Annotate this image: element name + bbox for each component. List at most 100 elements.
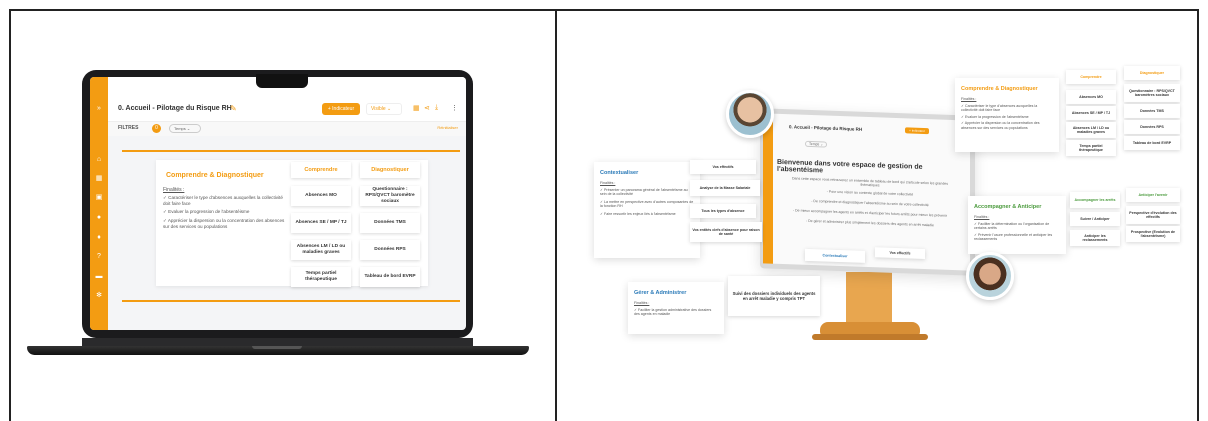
finalite-item: ✓ La mettre en perspective avec d'autres… [600, 199, 694, 209]
dashboard-tile[interactable]: Absences SE / MP / TJ [291, 213, 351, 233]
finalite-item: ✓ Caractériser le type d'absences auxque… [163, 195, 283, 206]
finalite-item: ✓ Caractériser le type d'absences auxque… [961, 103, 1038, 113]
dashboard-icon[interactable]: ▦ [95, 175, 103, 183]
finalites-label: Finalités : [600, 181, 616, 185]
dashboard-tile[interactable]: Suivre / Anticiper [1070, 212, 1120, 226]
more-icon[interactable]: ⋮ [451, 104, 458, 112]
avatar-woman [966, 252, 1014, 300]
dashboard-tile[interactable]: Tableau de bord EVRP [360, 267, 420, 287]
calendar-icon[interactable]: ▣ [95, 194, 103, 202]
dashboard-tile[interactable]: Questionnaire : RPS/QVCT baromètre socia… [360, 186, 420, 206]
chevron-right-icon[interactable]: » [95, 105, 103, 113]
users-icon[interactable]: ● [95, 214, 103, 222]
dashboard-tile[interactable]: Données TMS [360, 213, 420, 233]
monitor-tab-effectifs[interactable]: Vos effectifs [875, 247, 925, 260]
column-header-comprendre: Comprendre [291, 162, 351, 178]
accompagner-heading: Accompagner & Anticiper [974, 204, 1042, 210]
dashboard-tile[interactable]: Données RPS [1124, 120, 1180, 134]
finalites-label: Finalités : [974, 215, 990, 219]
monitor-page-title: 0. Accueil - Pilotage du Risque RH [789, 124, 863, 132]
help-icon[interactable]: ? [95, 253, 103, 261]
contextualiser-tile[interactable]: Vos entités clefs d'absence pour raison … [690, 222, 762, 242]
page-title: 0. Accueil - Pilotage du Risque RH [118, 105, 232, 112]
column-header-anticiper: Anticiper l'avenir [1126, 188, 1180, 202]
chat-icon[interactable]: ▬ [95, 273, 103, 281]
dashboard-tile[interactable]: Données RPS [360, 240, 420, 260]
home-icon[interactable]: ⌂ [95, 156, 103, 164]
dashboard-tile[interactable]: Absences LM / LD ou maladies graves [291, 240, 351, 260]
dashboard-tile[interactable]: Temps partiel thérapeutique [291, 267, 351, 287]
card-heading: Comprendre & Diagnostiquer [166, 172, 264, 179]
welcome-line: Dans cette espace vous retrouverez un en… [792, 176, 948, 188]
laptop-hinge [82, 338, 473, 346]
gerer-tile[interactable]: Suivi des dossiers individuels des agent… [728, 276, 820, 316]
avatar-man [726, 90, 774, 138]
finalite-item: ✓ Evaluer la progression de l'absentéism… [961, 114, 1029, 119]
finalite-item: ✓ Faciliter la détermination ou l'organi… [974, 221, 1050, 231]
column-header-diagnostiquer: Diagnostiquer [1124, 66, 1180, 80]
grid-icon[interactable]: ▦ [413, 104, 420, 112]
monitor-tab-contextualiser[interactable]: Contextualiser [805, 248, 865, 263]
gerer-heading: Gérer & Administrer [634, 290, 687, 296]
column-header-diagnostiquer: Diagnostiquer [360, 162, 420, 178]
gerer-panel: Gérer & Administrer Finalités : ✓ Facili… [628, 282, 724, 334]
finalite-item: ✓ Apprécier la dispersion ou la concentr… [961, 121, 1040, 130]
download-icon[interactable]: ⤓ [435, 104, 438, 112]
filter-chip-temps[interactable]: Temps ⌄ [169, 124, 201, 133]
contextualiser-heading: Contextualiser [600, 170, 639, 176]
bottom-divider [122, 300, 460, 302]
contextualiser-tile[interactable]: Tous les types d'absence [690, 204, 756, 218]
settings-icon[interactable]: ✻ [95, 292, 103, 300]
welcome-line: - Pour une vision au contexte global de … [826, 189, 914, 197]
welcome-line: - De comprendre et diagnostiquer l'absen… [811, 199, 929, 208]
finalite-item: ✓ Apprécier la dispersion ou la concentr… [163, 218, 285, 229]
dashboard-tile[interactable]: Absences MO [291, 186, 351, 206]
panel-divider [555, 9, 557, 421]
contextualiser-tile[interactable]: Analyse de la Masse Salariale [690, 180, 760, 196]
finalites-label: Finalités : [634, 301, 650, 305]
dashboard-tile[interactable]: Absences MO [1066, 90, 1116, 104]
column-header-accompagner: Accompagner les arrêts [1070, 192, 1120, 208]
laptop-screen: » ⌂ ▦ ▣ ● ♦ ? ▬ ✻ 0. Accueil - Pilotage … [90, 77, 466, 330]
finalites-label: Finalités : [163, 187, 185, 193]
laptop-notch [256, 74, 308, 88]
finalite-item: ✓ Faciliter la gestion administrative de… [634, 307, 712, 317]
share-icon[interactable]: ⋖ [424, 104, 430, 112]
reset-filters-link[interactable]: Réinitialiser [437, 125, 458, 130]
finalites-label: Finalités : [961, 97, 977, 101]
sidebar: » ⌂ ▦ ▣ ● ♦ ? ▬ ✻ [90, 77, 108, 330]
visibility-select[interactable]: Visible ⌄ [366, 103, 402, 115]
bell-icon[interactable]: ♦ [95, 234, 103, 242]
dashboard-tile[interactable]: Absences SE / MP / TJ [1066, 106, 1116, 120]
edit-icon[interactable]: ✎ [230, 104, 237, 113]
comprendre-heading: Comprendre & Diagnostiquer [961, 86, 1038, 92]
add-indicator-button[interactable]: + Indicateur [322, 103, 360, 115]
filter-bar: FILTRES 0 Temps ⌄ Réinitialiser [108, 122, 466, 136]
dashboard-tile[interactable]: Données TMS [1124, 104, 1180, 118]
dashboard-tile[interactable]: Anticiper les reclassements [1070, 230, 1120, 246]
monitor-filter-chip[interactable]: Temps ⌄ [805, 140, 828, 148]
finalite-item: ✓ Evaluer la progression de l'absentéism… [163, 209, 250, 214]
dashboard-tile[interactable]: Absences LM / LD ou maladies graves [1066, 122, 1116, 138]
accompagner-panel: Accompagner & Anticiper Finalités : ✓ Fa… [968, 196, 1066, 254]
dashboard-tile[interactable]: Questionnaire : RPS/QVCT baromètres soci… [1124, 84, 1180, 102]
dashboard-tile[interactable]: Temps partiel thérapeutique [1066, 140, 1116, 156]
filters-label[interactable]: FILTRES [118, 125, 138, 131]
laptop-thumb-notch [252, 346, 302, 349]
finalite-item: ✓ Faire ressortir les enjeux liés à l'ab… [600, 211, 676, 216]
dashboard-tile[interactable]: Tableau de bord EVRP [1124, 136, 1180, 150]
dashboard-tile[interactable]: Prospective (Evolution de l'absentéisme) [1126, 226, 1180, 242]
desktop-monitor: 0. Accueil - Pilotage du Risque RH + Ind… [760, 108, 975, 276]
contextualiser-tile[interactable]: Vos effectifs [690, 160, 756, 174]
top-divider [122, 150, 460, 152]
monitor-sidebar [763, 113, 773, 264]
monitor-stand-neck [846, 272, 892, 324]
monitor-indicator-button[interactable]: + Indicateur [905, 127, 929, 135]
finalite-item: ✓ Présenter un panorama général de l'abs… [600, 187, 688, 197]
column-header-comprendre: Comprendre [1066, 70, 1116, 84]
contextualiser-panel: Contextualiser Finalités : ✓ Présenter u… [594, 162, 700, 258]
comprendre-panel: Comprendre & Diagnostiquer Finalités : ✓… [955, 78, 1059, 152]
dashboard-tile[interactable]: Perspective d'évolution des effectifs [1126, 206, 1180, 224]
monitor-stand-base [812, 334, 928, 340]
finalite-item: ✓ Prévenir l'usure professionnelle et an… [974, 232, 1053, 242]
